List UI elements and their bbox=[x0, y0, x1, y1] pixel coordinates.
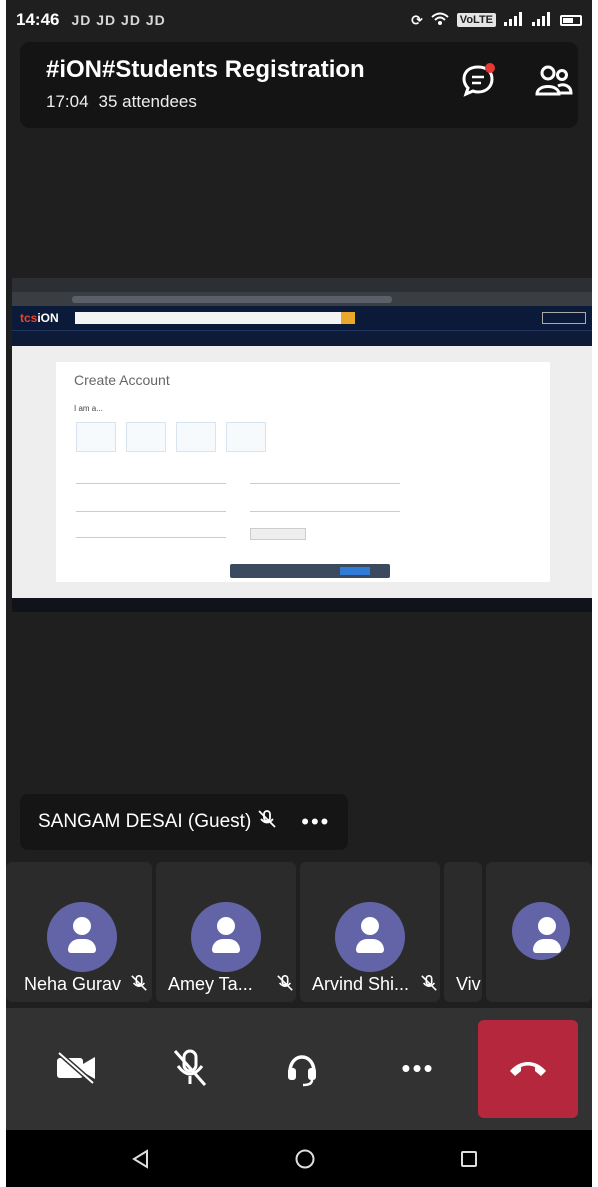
video-off-icon bbox=[57, 1051, 95, 1085]
site-header: tcsiON bbox=[12, 306, 592, 330]
form-field bbox=[250, 474, 400, 484]
people-button[interactable] bbox=[534, 62, 574, 98]
participant-tile[interactable]: Arvind Shi... bbox=[300, 862, 440, 1002]
clock: 14:46 bbox=[16, 10, 60, 29]
role-option bbox=[226, 422, 266, 452]
form-field bbox=[76, 528, 226, 538]
participant-name: Amey Ta... bbox=[168, 974, 253, 994]
form-heading: Create Account bbox=[74, 372, 170, 388]
avatar bbox=[335, 902, 405, 972]
site-search bbox=[74, 312, 355, 324]
form-field bbox=[250, 502, 400, 512]
signal-icon-2 bbox=[532, 11, 552, 29]
mic-off-icon bbox=[130, 974, 148, 997]
volte-badge: VoLTE bbox=[456, 13, 496, 27]
role-prompt: I am a... bbox=[74, 404, 103, 413]
meeting-header: #iON#Students Registration 17:04 35 atten… bbox=[20, 42, 578, 128]
back-icon bbox=[132, 1149, 148, 1169]
people-icon bbox=[535, 65, 573, 96]
device-frame: 14:46 JD JD JD JD ⟳ VoLTE #iON#Students … bbox=[0, 0, 598, 1187]
meeting-duration: 17:04 bbox=[46, 92, 89, 111]
wifi-icon bbox=[431, 12, 449, 29]
camera-toggle-button[interactable] bbox=[52, 1044, 100, 1092]
avatar bbox=[47, 902, 117, 972]
recents-icon bbox=[461, 1151, 477, 1167]
status-icons: ⟳ VoLTE bbox=[411, 11, 582, 29]
form-field bbox=[76, 474, 226, 484]
windows-taskbar bbox=[12, 598, 592, 612]
home-button[interactable] bbox=[290, 1144, 320, 1174]
chat-button[interactable] bbox=[460, 62, 496, 98]
back-button[interactable] bbox=[126, 1144, 156, 1174]
presenter-name: SANGAM DESAI (Guest) bbox=[38, 811, 252, 832]
role-option bbox=[76, 422, 116, 452]
participant-name: Neha Gurav bbox=[24, 974, 122, 994]
form-field bbox=[76, 502, 226, 512]
status-bar: 14:46 JD JD JD JD ⟳ VoLTE bbox=[6, 0, 592, 40]
create-account-form: Create Account I am a... bbox=[56, 362, 550, 582]
teams-meeting-screen: 14:46 JD JD JD JD ⟳ VoLTE #iON#Students … bbox=[6, 0, 592, 1187]
avatar bbox=[191, 902, 261, 972]
participant-tile[interactable]: Amey Ta... bbox=[156, 862, 296, 1002]
attendee-count: 35 attendees bbox=[98, 92, 197, 111]
sync-icon: ⟳ bbox=[411, 11, 423, 28]
sharing-toast bbox=[230, 564, 390, 578]
mute-button[interactable] bbox=[166, 1044, 214, 1092]
audio-button[interactable] bbox=[278, 1044, 326, 1092]
chat-icon bbox=[462, 63, 495, 97]
participant-tile[interactable]: Viv bbox=[444, 862, 482, 1002]
android-nav-bar bbox=[6, 1130, 592, 1187]
avatar bbox=[512, 902, 570, 960]
participant-name: Viv bbox=[456, 974, 481, 994]
call-controls: ••• bbox=[6, 1008, 592, 1130]
mic-off-icon bbox=[257, 809, 277, 835]
meeting-title: #iON#Students Registration bbox=[46, 56, 365, 83]
participant-name: Arvind Shi... bbox=[312, 974, 410, 994]
shared-screen[interactable]: tcsiON Create Account I am a... bbox=[12, 278, 592, 612]
battery-icon bbox=[560, 14, 582, 26]
form-button bbox=[250, 528, 306, 540]
presenter-label[interactable]: SANGAM DESAI (Guest) ••• bbox=[20, 794, 348, 850]
participant-tile[interactable]: Neha Gurav bbox=[6, 862, 152, 1002]
notification-icons: JD JD JD JD bbox=[71, 12, 166, 28]
participant-tile[interactable] bbox=[486, 862, 592, 1002]
mic-off-icon bbox=[276, 974, 294, 997]
presenter-more-button[interactable]: ••• bbox=[301, 809, 330, 835]
participant-strip: Neha Gurav Amey Ta... Arvind Shi... Viv bbox=[6, 862, 592, 1002]
home-icon bbox=[295, 1149, 315, 1169]
site-menu bbox=[12, 330, 592, 346]
role-option bbox=[176, 422, 216, 452]
phone-hangup-icon bbox=[510, 1062, 546, 1076]
mic-off-icon bbox=[420, 974, 438, 997]
signal-icon bbox=[504, 11, 524, 29]
browser-tabs bbox=[12, 278, 592, 292]
site-logo: tcsiON bbox=[20, 311, 59, 325]
headset-icon bbox=[288, 1055, 316, 1087]
more-options-button[interactable]: ••• bbox=[394, 1044, 442, 1092]
role-option bbox=[126, 422, 166, 452]
mic-off-icon bbox=[173, 1049, 207, 1086]
hang-up-button[interactable] bbox=[478, 1020, 578, 1118]
browser-address-bar bbox=[12, 292, 592, 306]
site-login-button bbox=[542, 312, 586, 324]
meeting-info: 17:04 35 attendees bbox=[46, 92, 207, 112]
recents-button[interactable] bbox=[454, 1144, 484, 1174]
